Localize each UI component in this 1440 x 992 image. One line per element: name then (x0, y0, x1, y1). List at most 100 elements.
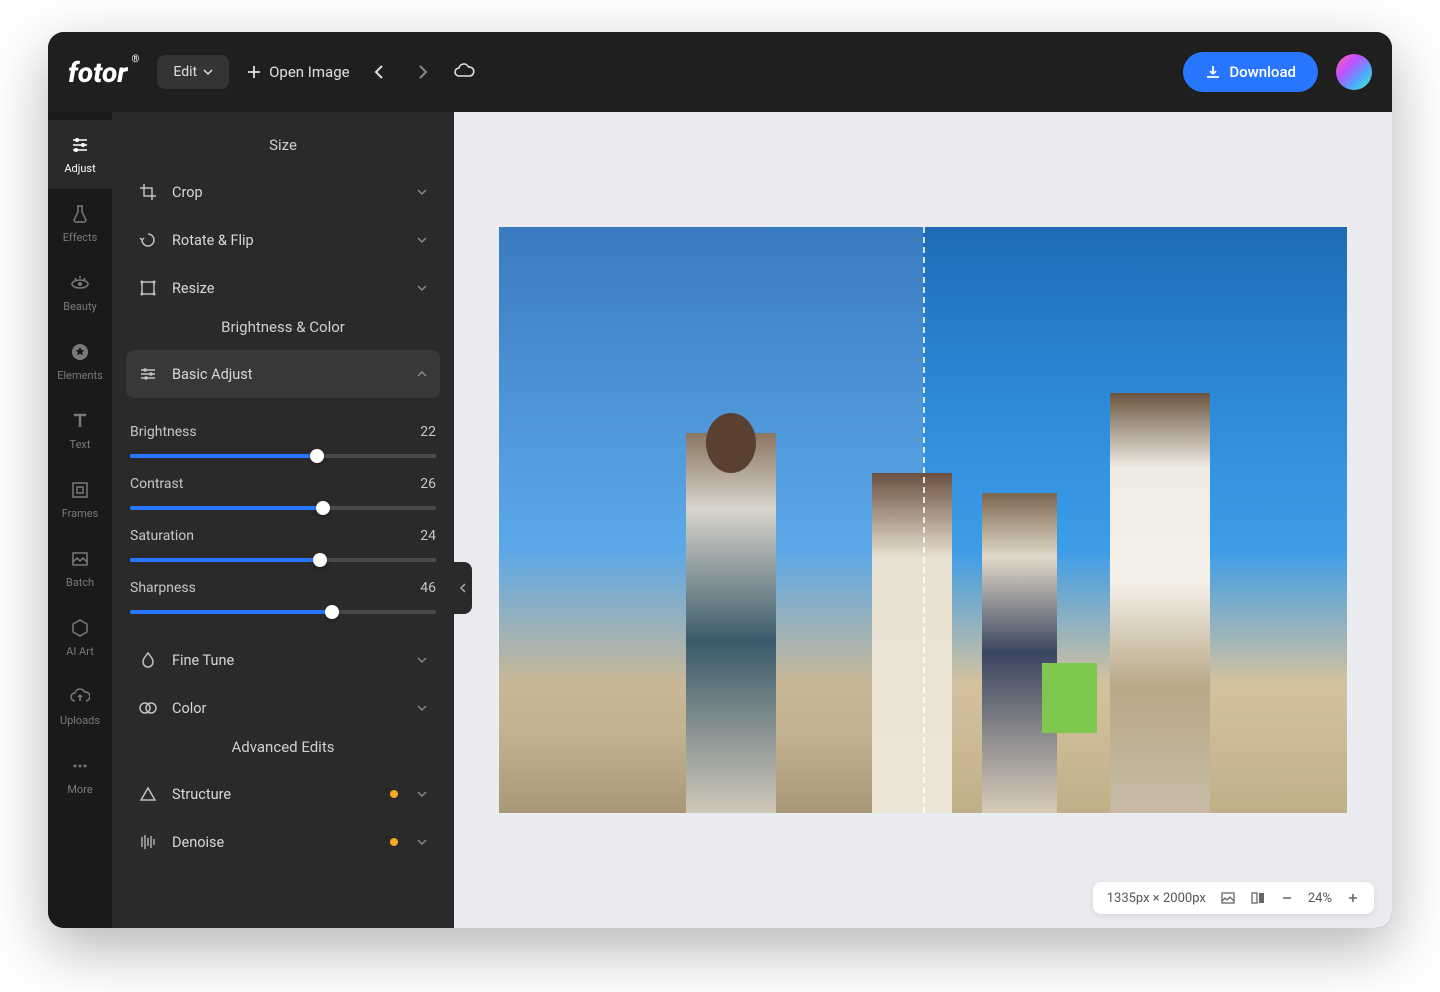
row-resize[interactable]: Resize (126, 264, 440, 312)
slider-label: Saturation (130, 528, 194, 544)
chevron-down-icon (416, 186, 428, 198)
sidebar-item-aiart[interactable]: AI Art (48, 603, 112, 672)
row-basic-adjust[interactable]: Basic Adjust (126, 350, 440, 398)
image-canvas[interactable] (499, 227, 1347, 813)
sidebar-label: AI Art (66, 645, 94, 658)
dots-icon (69, 755, 91, 777)
open-image-button[interactable]: Open Image (247, 63, 349, 81)
section-title-bc: Brightness & Color (126, 318, 440, 336)
sidebar-item-frames[interactable]: Frames (48, 465, 112, 534)
slider-value: 26 (420, 476, 436, 492)
sidebar-label: Elements (57, 369, 103, 382)
sidebar-item-adjust[interactable]: Adjust (48, 120, 112, 189)
row-label: Basic Adjust (172, 366, 402, 383)
text-icon (69, 410, 91, 432)
resize-icon (138, 278, 158, 298)
open-label: Open Image (269, 63, 349, 81)
section-title-advanced: Advanced Edits (126, 738, 440, 756)
chevron-down-icon (416, 788, 428, 800)
star-icon (69, 341, 91, 363)
sidebar-label: More (67, 783, 92, 796)
slider-sharpness: Sharpness 46 (130, 580, 436, 614)
chevron-up-icon (416, 368, 428, 380)
badge-dot (390, 790, 398, 798)
row-color[interactable]: Color (126, 684, 440, 732)
zoom-bar: 1335px × 2000px 24% (1093, 882, 1374, 914)
chevron-down-icon (416, 836, 428, 848)
section-title-size: Size (126, 136, 440, 154)
collapse-panel-button[interactable] (454, 562, 472, 614)
row-rotate[interactable]: Rotate & Flip (126, 216, 440, 264)
row-structure[interactable]: Structure (126, 770, 440, 818)
cloud-upload-icon (69, 686, 91, 708)
sidebar-item-elements[interactable]: Elements (48, 327, 112, 396)
sliders-icon (69, 134, 91, 156)
zoom-level: 24% (1308, 891, 1332, 906)
slider-label: Brightness (130, 424, 197, 440)
row-label: Structure (172, 786, 376, 803)
compare-button[interactable] (1250, 890, 1266, 906)
row-label: Rotate & Flip (172, 232, 402, 249)
fit-button[interactable] (1220, 890, 1236, 906)
cloud-button[interactable] (452, 60, 476, 84)
slider-track[interactable] (130, 610, 436, 614)
sidebar-item-text[interactable]: Text (48, 396, 112, 465)
left-sidebar: Adjust Effects Beauty Elements Text Fram… (48, 112, 112, 928)
basic-adjust-sliders: Brightness22 Contrast 26 Saturation 24 Sha… (126, 398, 440, 636)
triangle-icon (138, 784, 158, 804)
slider-thumb[interactable] (313, 553, 327, 567)
body: Adjust Effects Beauty Elements Text Fram… (48, 112, 1392, 928)
slider-brightness: Brightness22 (130, 424, 436, 458)
adjust-panel: Size Crop Rotate & Flip Resize Brightnes… (112, 112, 454, 928)
sidebar-label: Frames (62, 507, 99, 520)
rotate-icon (138, 230, 158, 250)
sidebar-item-effects[interactable]: Effects (48, 189, 112, 258)
sidebar-label: Text (70, 438, 91, 451)
zoom-in-button[interactable] (1346, 891, 1360, 905)
chevron-down-icon (416, 702, 428, 714)
download-button[interactable]: Download (1183, 52, 1318, 92)
sidebar-item-batch[interactable]: Batch (48, 534, 112, 603)
chevron-down-icon (203, 67, 213, 77)
drop-icon (138, 650, 158, 670)
row-finetune[interactable]: Fine Tune (126, 636, 440, 684)
download-icon (1205, 64, 1221, 80)
plus-icon (247, 65, 261, 79)
slider-thumb[interactable] (325, 605, 339, 619)
sidebar-label: Effects (63, 231, 98, 244)
slider-thumb[interactable] (310, 449, 324, 463)
chevron-down-icon (416, 654, 428, 666)
crop-icon (138, 182, 158, 202)
slider-value: 24 (420, 528, 436, 544)
edit-menu-button[interactable]: Edit (157, 55, 229, 89)
image-dimensions: 1335px × 2000px (1107, 891, 1206, 906)
avatar[interactable] (1336, 54, 1372, 90)
sidebar-item-more[interactable]: More (48, 741, 112, 810)
sidebar-item-beauty[interactable]: Beauty (48, 258, 112, 327)
row-label: Crop (172, 184, 402, 201)
undo-button[interactable] (368, 60, 392, 84)
compare-split-line[interactable] (923, 227, 925, 813)
sidebar-item-uploads[interactable]: Uploads (48, 672, 112, 741)
row-denoise[interactable]: Denoise (126, 818, 440, 866)
slider-label: Sharpness (130, 580, 196, 596)
row-label: Denoise (172, 834, 376, 851)
redo-button[interactable] (410, 60, 434, 84)
badge-dot (390, 838, 398, 846)
slider-thumb[interactable] (316, 501, 330, 515)
slider-track[interactable] (130, 454, 436, 458)
zoom-out-button[interactable] (1280, 891, 1294, 905)
noise-icon (138, 832, 158, 852)
chevron-down-icon (416, 282, 428, 294)
image-icon (69, 548, 91, 570)
row-label: Fine Tune (172, 652, 402, 669)
slider-track[interactable] (130, 506, 436, 510)
row-crop[interactable]: Crop (126, 168, 440, 216)
slider-label: Contrast (130, 476, 183, 492)
slider-track[interactable] (130, 558, 436, 562)
slider-value: 46 (420, 580, 436, 596)
edit-label: Edit (173, 64, 197, 80)
row-label: Resize (172, 280, 402, 297)
download-label: Download (1229, 63, 1296, 81)
eye-icon (69, 272, 91, 294)
